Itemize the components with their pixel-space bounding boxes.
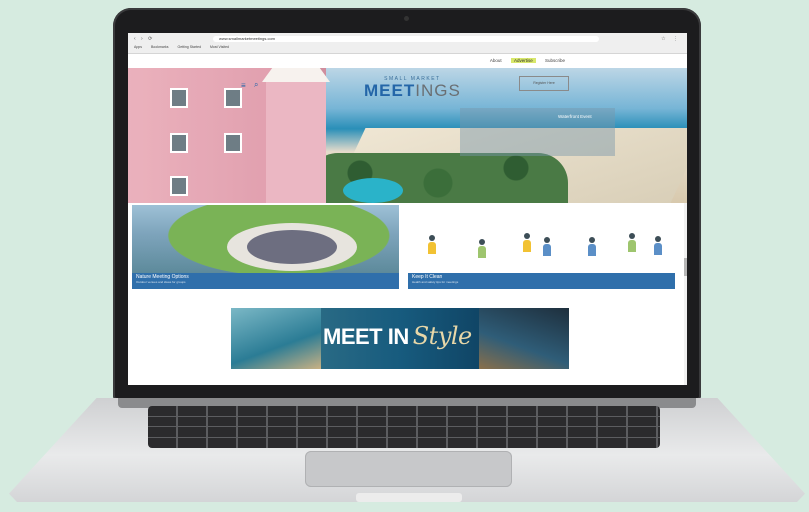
card-caption-bar: Keep It Clean Health and safety tips for… (408, 273, 675, 289)
hero-pool (343, 178, 403, 203)
bookmarks-bar: Apps Bookmarks Getting Started Most Visi… (134, 45, 237, 49)
scrollbar-thumb[interactable] (684, 258, 687, 276)
meet-in-style-banner[interactable]: MEET IN Style (231, 308, 569, 369)
logo-wordmark: MEETINGS (364, 81, 461, 100)
bookmark-item[interactable]: Most Visited (210, 45, 229, 49)
banner-pool-image (231, 308, 321, 369)
site-logo[interactable]: SMALL MARKET MEETINGS (364, 76, 461, 99)
hero-caption: Waterfront Event (558, 114, 592, 119)
utility-nav: About Advertise Subscribe (128, 54, 687, 68)
menu-icon[interactable]: ≡ (241, 81, 246, 90)
feature-card-nature[interactable]: Nature Meeting Options Outdoor venues an… (132, 205, 399, 289)
register-button[interactable]: Register Here (519, 76, 569, 91)
card-caption-bar: Nature Meeting Options Outdoor venues an… (132, 273, 399, 289)
person-figure (523, 233, 531, 253)
util-link-subscribe[interactable]: Subscribe (545, 58, 565, 63)
search-icon[interactable]: ⌕ (254, 80, 258, 90)
card-subtitle: Outdoor venues and ideas for groups (136, 280, 186, 284)
keyboard (148, 406, 660, 448)
banner-headline: MEET IN Style (323, 322, 472, 350)
util-link-about[interactable]: About (490, 58, 502, 63)
person-figure (588, 237, 596, 257)
util-link-advertise[interactable]: Advertise (510, 58, 536, 63)
address-bar[interactable]: www.smallmarketmeetings.com (213, 36, 599, 42)
trackpad (305, 451, 512, 487)
hero-overlay (128, 68, 326, 203)
banner-night-image (479, 308, 569, 369)
feature-card-clean[interactable]: Keep It Clean Health and safety tips for… (408, 205, 675, 289)
person-figure (543, 237, 551, 257)
card-subtitle: Health and safety tips for meetings (412, 280, 459, 284)
person-figure (654, 236, 662, 256)
person-figure (478, 239, 486, 259)
bookmark-item[interactable]: Getting Started (177, 45, 201, 49)
browser-tool-icons[interactable]: ☆ ⋮ (661, 36, 681, 42)
person-figure (628, 233, 636, 253)
scrollbar-track[interactable] (684, 203, 687, 385)
browser-toolbar: ‹ › ⟳ www.smallmarketmeetings.com ☆ ⋮ Ap… (128, 33, 687, 54)
amphitheater-crowd (247, 230, 337, 264)
camera (404, 16, 409, 21)
bookmark-item[interactable]: Bookmarks (151, 45, 169, 49)
distanced-people-illustration (418, 231, 668, 261)
nav-buttons[interactable]: ‹ › ⟳ (134, 36, 154, 42)
lid-notch (356, 493, 462, 502)
laptop-screen: ‹ › ⟳ www.smallmarketmeetings.com ☆ ⋮ Ap… (128, 33, 687, 385)
laptop-lid: ‹ › ⟳ www.smallmarketmeetings.com ☆ ⋮ Ap… (113, 8, 701, 400)
hero-image: ≡ ⌕ SMALL MARKET MEETINGS Register Here … (128, 68, 687, 203)
bookmark-item[interactable]: Apps (134, 45, 142, 49)
person-figure (428, 235, 436, 255)
